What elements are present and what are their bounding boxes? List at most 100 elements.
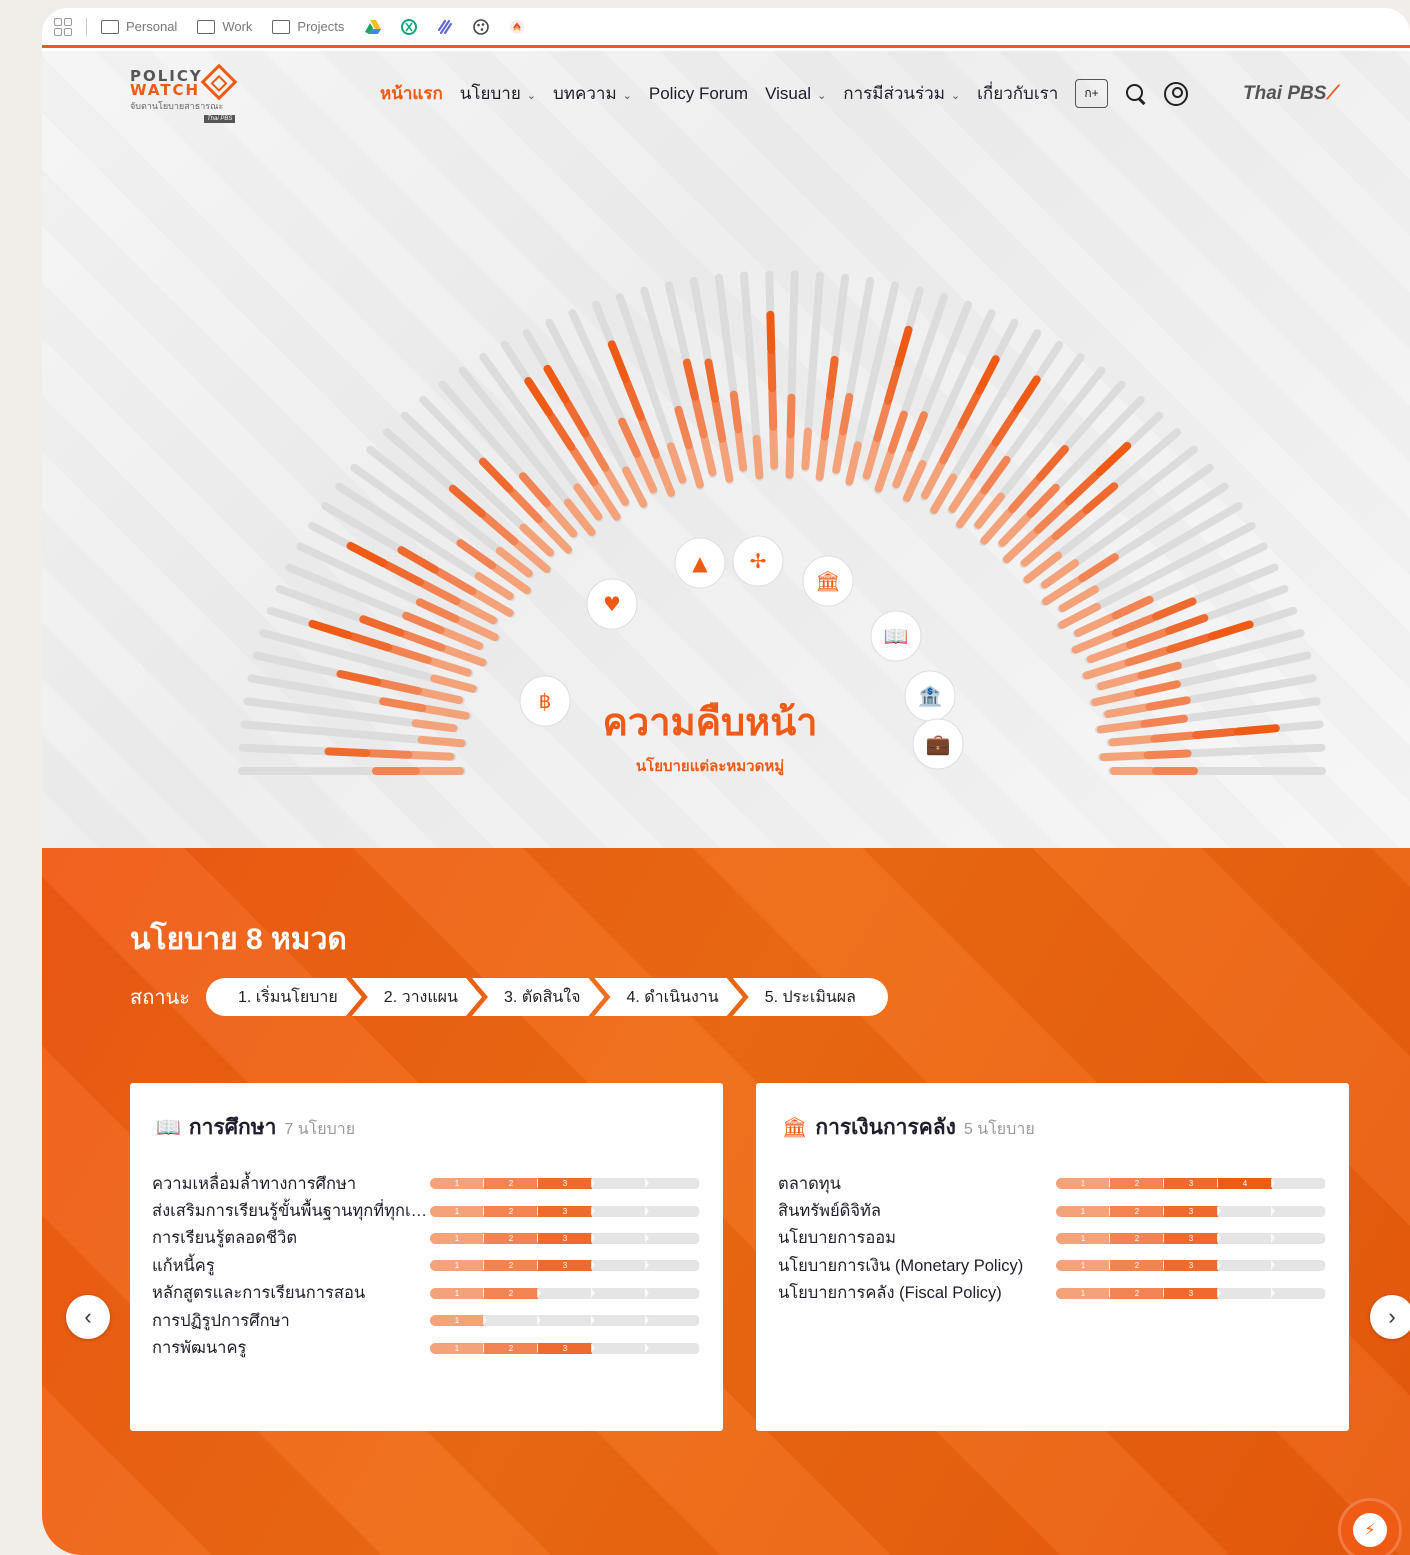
- progress-segment-filled: 1: [430, 1205, 487, 1217]
- arc-segment: [1137, 661, 1182, 680]
- extension-icon[interactable]: [508, 18, 526, 36]
- arc-segment: [1165, 613, 1209, 635]
- progress-segment-empty: [592, 1315, 649, 1326]
- progress-segment-empty: [646, 1287, 700, 1299]
- arc-segment: [1096, 672, 1142, 691]
- policy-progress-bar: 123: [430, 1205, 700, 1217]
- policy-row[interactable]: นโยบายการเงิน (Monetary Policy) 1 2 3: [778, 1252, 1327, 1279]
- drive-icon[interactable]: [364, 18, 382, 36]
- arc-segment: [366, 749, 413, 759]
- arc-segment: [975, 355, 1000, 395]
- policy-progress-bar: 123: [430, 1232, 700, 1244]
- bookmark-folder-work[interactable]: Work: [197, 19, 252, 34]
- apps-grid-icon[interactable]: [54, 17, 72, 36]
- arc-segment: [622, 378, 645, 421]
- category-icon-glyph: 🏦: [918, 684, 943, 708]
- policy-row[interactable]: ส่งเสริมการเรียนรู้ขั้นพื้นฐานทุกที่ทุกเ…: [152, 1197, 701, 1224]
- nav-articles[interactable]: บทความ ⌄: [553, 80, 632, 107]
- progress-segment-empty: [1218, 1232, 1275, 1244]
- category-card-finance[interactable]: 🏛 การเงินการคลัง 5 นโยบาย ตลาดทุน 1 2 3 4 สิน…: [756, 1083, 1349, 1431]
- hero-title: ความคืบหน้า: [602, 702, 818, 744]
- policy-row[interactable]: ตลาดทุน 1 2 3 4: [778, 1170, 1327, 1197]
- nav-home[interactable]: หน้าแรก: [380, 80, 443, 107]
- category-icon-glyph: 💼: [926, 732, 951, 756]
- arc-segment: [704, 358, 720, 403]
- search-icon[interactable]: [1125, 83, 1147, 105]
- arc-segment: [569, 446, 599, 487]
- arc-segment: [970, 441, 998, 480]
- hero-subtitle: นโยบายแต่ละหมวดหมู่: [635, 758, 785, 775]
- category-card-education[interactable]: 📖 การศึกษา 7 นโยบาย ความเหลื่อมล้ำทางการ…: [130, 1083, 723, 1431]
- stage-chip-2: 2. วางแผน: [352, 978, 482, 1016]
- arc-segment: [415, 598, 460, 623]
- category-icon-glyph: 📖: [884, 624, 909, 648]
- arc-segment: [377, 678, 423, 696]
- arc-segment: [718, 438, 734, 483]
- nav-participation[interactable]: การมีส่วนร่วม ⌄: [843, 80, 960, 107]
- arc-segment: [1078, 553, 1119, 583]
- policy-row[interactable]: การเรียนรู้ตลอดชีวิต 1 2 3: [152, 1225, 701, 1252]
- hero-section: ฿ ♥ ▲ ✢ 🏛 📖 🏦 💼 POLICY WATCH จับตานโยบายสาธารณะ…: [42, 51, 1410, 848]
- nav-policy[interactable]: นโยบาย ⌄: [460, 80, 536, 107]
- bookmark-label: Projects: [297, 19, 345, 34]
- font-size-button[interactable]: ก+: [1075, 79, 1108, 108]
- arc-segment: [336, 669, 382, 687]
- nav-visual[interactable]: Visual ⌄: [765, 84, 826, 104]
- arc-segment: [1086, 642, 1131, 664]
- arc-segment: [1096, 720, 1145, 734]
- progress-segment-filled: 1: [430, 1178, 487, 1190]
- bookmark-folder-personal[interactable]: Personal: [101, 19, 177, 34]
- card-header: 📖 การศึกษา 7 นโยบาย: [156, 1111, 701, 1144]
- policy-row[interactable]: นโยบายการคลัง (Fiscal Policy) 1 2 3: [778, 1280, 1327, 1307]
- linear-icon[interactable]: [436, 18, 454, 36]
- policy-label: นโยบายการคลัง (Fiscal Policy): [778, 1284, 1002, 1303]
- progress-segment-empty: [538, 1287, 595, 1299]
- carousel-prev-button[interactable]: ‹: [66, 1295, 110, 1339]
- policy-row[interactable]: ความเหลื่อมล้ำทางการศึกษา 1 2 3: [152, 1170, 701, 1197]
- progress-segment-empty: [1272, 1178, 1326, 1189]
- arc-segment: [422, 704, 470, 720]
- policy-row[interactable]: หลักสูตรและการเรียนการสอน 1 2: [152, 1280, 701, 1307]
- policy-label: ความเหลื่อมล้ำทางการศึกษา: [152, 1174, 357, 1193]
- policy-watch-logo[interactable]: POLICY WATCH จับตานโยบายสาธารณะ Thai PBS: [130, 63, 250, 123]
- arc-segment: [653, 454, 676, 497]
- arc-segment: [397, 546, 440, 574]
- policy-label: ตลาดทุน: [778, 1174, 841, 1193]
- arc-segment: [786, 393, 796, 439]
- folder-icon: [272, 19, 291, 34]
- arc-segment: [546, 411, 576, 452]
- arc-segment: [691, 396, 708, 439]
- nav-about[interactable]: เกี่ยวกับเรา: [977, 80, 1058, 107]
- carousel-next-button[interactable]: ›: [1370, 1295, 1410, 1339]
- policy-row[interactable]: นโยบายการออม 1 2 3: [778, 1225, 1327, 1252]
- arc-segment: [1071, 630, 1117, 654]
- arc-segment: [1082, 482, 1119, 515]
- arc-segment: [1104, 703, 1150, 719]
- stage-chip-5: 5. ประเมินผล: [732, 978, 888, 1016]
- category-icon-glyph: ♥: [603, 592, 621, 616]
- policy-row[interactable]: การพัฒนาครู 1 2 3: [152, 1334, 701, 1361]
- policy-label: สินทรัพย์ดิจิทัล: [778, 1202, 882, 1221]
- arc-segment: [1108, 735, 1155, 747]
- progress-segment-empty: [1272, 1287, 1326, 1299]
- messenger-chat-button[interactable]: ⚡: [1338, 1498, 1402, 1555]
- openai-icon[interactable]: [400, 18, 418, 36]
- bookmark-label: Personal: [126, 19, 178, 34]
- policy-row[interactable]: แก้หนี้ครู 1 2 3: [152, 1252, 701, 1279]
- feather-icon: ⟋: [1326, 83, 1340, 104]
- arc-segment: [1152, 597, 1197, 621]
- arc-segment: [1166, 633, 1212, 654]
- policy-row[interactable]: การปฏิรูปการศึกษา 1: [152, 1307, 701, 1334]
- arc-segment: [1150, 731, 1197, 743]
- figma-icon[interactable]: [472, 18, 490, 36]
- user-account-icon[interactable]: [1163, 81, 1188, 106]
- policy-row[interactable]: สินทรัพย์ดิจิทัล 1 2 3: [778, 1197, 1327, 1224]
- arc-segment: [1111, 614, 1157, 638]
- nav-forum[interactable]: Policy Forum: [649, 84, 748, 104]
- thaipbs-logo[interactable]: Thai PBS⟋: [1243, 83, 1340, 105]
- card-header: 🏛 การเงินการคลัง 5 นโยบาย: [782, 1111, 1327, 1144]
- progress-segment-empty: [646, 1178, 700, 1189]
- bookmark-folder-projects[interactable]: Projects: [272, 19, 344, 34]
- arc-segment: [1082, 659, 1129, 680]
- policy-progress-bar: 123: [430, 1260, 700, 1272]
